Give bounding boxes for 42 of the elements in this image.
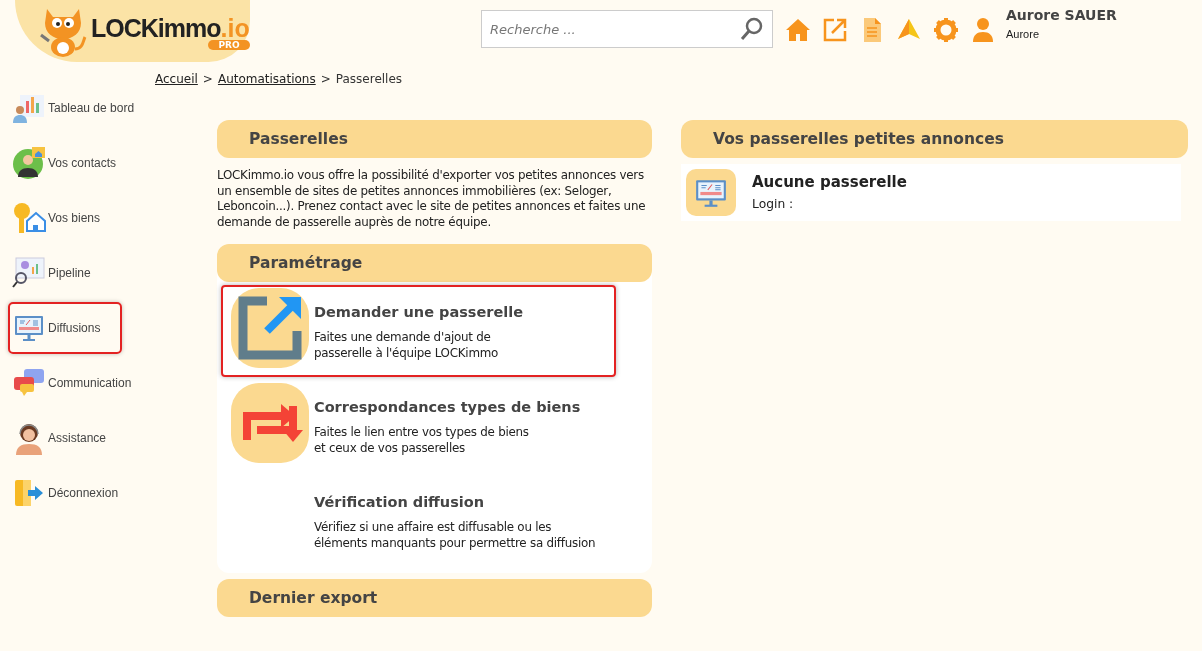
sidebar-item[interactable]: Déconnexion <box>8 467 127 519</box>
search-field[interactable]: Recherche ... <box>481 10 773 48</box>
login-label: Login : <box>752 197 795 211</box>
chart-magnifier-icon <box>12 256 46 290</box>
dashboard-icon <box>12 93 46 123</box>
user-icon[interactable] <box>970 17 996 43</box>
section-header: Passerelles <box>217 120 652 158</box>
key-house-icon <box>12 201 46 235</box>
sidebar-item[interactable]: Communication <box>8 357 140 409</box>
option-item[interactable]: Correspondances types de biens Faites le lien entre vos types de biens et ceux de vos passerelles <box>221 380 616 472</box>
entry-title: Aucune passerelle <box>752 173 907 191</box>
contact-icon <box>12 146 46 180</box>
logo-text: LOCKimmo <box>91 16 221 41</box>
sidebar-item[interactable]: Tableau de bord <box>8 82 143 134</box>
user-name: Aurore SAUER <box>1006 7 1117 23</box>
breadcrumb-text: > <box>202 72 213 88</box>
sidebar-item[interactable]: Assistance <box>8 412 122 464</box>
section-header: Vos passerelles petites annonces <box>681 120 1188 158</box>
section-header: Paramétrage <box>217 244 652 282</box>
support-agent-icon <box>13 421 45 455</box>
external-link-icon <box>237 295 303 361</box>
search-icon[interactable] <box>739 16 765 42</box>
sidebar-item[interactable]: Vos contacts <box>8 137 125 189</box>
exit-door-icon <box>14 478 44 508</box>
option-item[interactable]: Vérification diffusion Vérifiez si une affaire est diffusable ou les éléments manquants pour permettre sa diffusion <box>221 475 616 567</box>
breadcrumb-link[interactable]: Accueil <box>155 72 198 120</box>
pro-badge: PRO <box>208 40 250 50</box>
option-item[interactable]: Demander une passerelle Faites une demande d'ajout de passerelle à l'équipe LOCKimmo <box>221 285 616 377</box>
user-login: Aurore <box>1006 28 1041 40</box>
section-header: Dernier export <box>217 579 652 617</box>
sidebar-item[interactable]: Diffusions <box>8 302 122 354</box>
sidebar-item[interactable]: Pipeline <box>8 247 122 299</box>
chat-bubbles-icon <box>12 368 46 398</box>
breadcrumb-text: Passerelles <box>335 72 403 88</box>
breadcrumb-text: > <box>320 72 331 88</box>
sidebar-item[interactable]: Vos biens <box>8 192 122 244</box>
logo-suffix: .io <box>220 16 250 41</box>
description-text: LOCKimmo.io vous offre la possibilité d'exporter vos petites annonces vers un ensemble de sites de petites annonces immobilières (ex: Seloger, Leboncoin...). Prenez contact avec le site de petites annonces et faites une demande de passerelle auprès de notre équipe. <box>217 168 647 230</box>
external-link-icon[interactable] <box>822 17 848 43</box>
home-icon[interactable] <box>785 17 811 43</box>
breadcrumb-link[interactable]: Automatisations <box>217 72 316 120</box>
settings-icon[interactable] <box>933 17 959 43</box>
